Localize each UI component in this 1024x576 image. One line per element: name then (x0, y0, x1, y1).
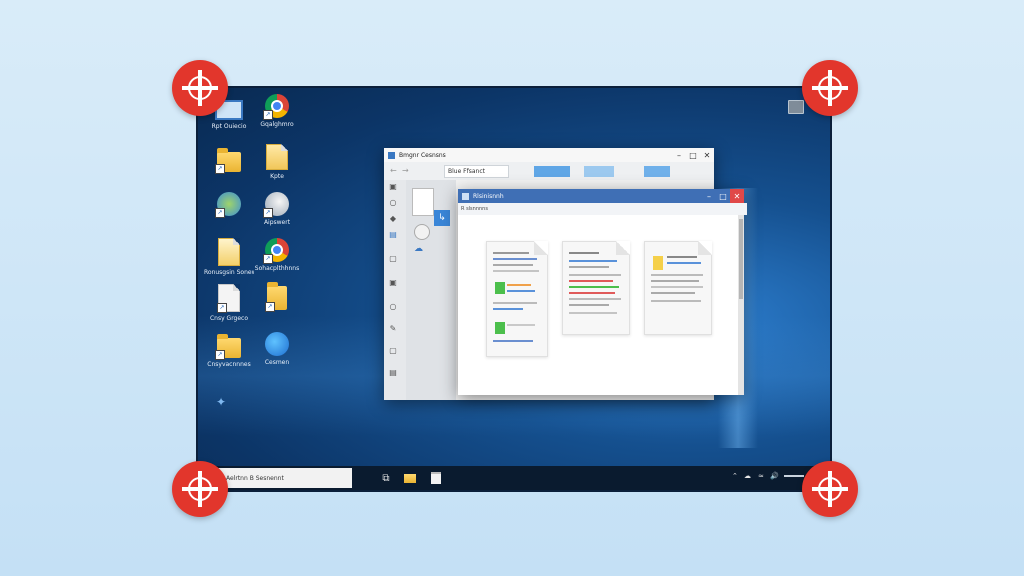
document-app-icon (462, 192, 469, 200)
desktop-icon-label: Gqalghmro (260, 121, 294, 128)
file-explorer-taskbar-icon[interactable] (402, 470, 418, 486)
corner-widget-icon[interactable] (788, 100, 804, 114)
desktop-icon-document[interactable]: Ronusgsin Sonew (204, 238, 254, 276)
desktop-icon-folder[interactable]: ↗ (204, 146, 254, 175)
chrome-icon: ↗ (263, 94, 289, 120)
document-page-thumbnail[interactable] (644, 241, 712, 335)
desktop-icon-label: Cnsy Grgeco (209, 315, 249, 322)
desktop-icon-folder[interactable]: ↗ (252, 282, 302, 313)
desktop-icon-document[interactable]: ↗ Cnsy Grgeco (204, 284, 254, 322)
explorer-content: ↳ ☁ (406, 180, 456, 400)
desktop-icon-chrome[interactable]: ↗ Gqalghmro (252, 94, 302, 128)
file-nav-icon[interactable]: ▢ (388, 346, 398, 356)
desktop-icon-label: Kpte (270, 173, 284, 180)
document-page-thumbnail[interactable] (562, 241, 630, 335)
desktop-icon-folder[interactable]: ↗ Cnsyvacnnnes (204, 334, 254, 368)
scrollbar-thumb[interactable] (739, 219, 743, 299)
document-icon (218, 238, 240, 266)
crosshair-handle-icon[interactable] (172, 461, 228, 517)
pen-nav-icon[interactable]: ✎ (388, 324, 398, 334)
crosshair-handle-icon[interactable] (802, 461, 858, 517)
file-thumb-icon[interactable] (412, 188, 434, 216)
folder-icon: ↗ (215, 148, 241, 174)
document-title: Rlsinisnnh (473, 192, 504, 200)
explorer-close-button[interactable]: ✕ (700, 148, 714, 162)
desktop-icon-label: Rpt Ouiecio (211, 123, 247, 130)
taskbar-search-box[interactable]: Aelrtnn B Sesnennt (218, 468, 352, 488)
desktop-icon-document[interactable]: Kpte (252, 144, 302, 180)
explorer-titlebar[interactable]: Bmgnr Cesnsns – □ ✕ (384, 148, 714, 162)
chrome-icon: ↗ (263, 238, 289, 264)
explorer-minimize-button[interactable]: – (672, 148, 686, 162)
desktop-icon-settings-shortcut[interactable]: ↗ (204, 192, 254, 219)
back-arrow-icon[interactable]: ← (390, 166, 397, 175)
document-window[interactable]: Rlsinisnnh – □ ✕ R slsnnnns (458, 189, 747, 395)
image-nav-icon[interactable]: ▤ (388, 368, 398, 378)
download-nav-icon[interactable]: ▣ (388, 278, 398, 288)
volume-tray-icon[interactable]: 🔊 (770, 472, 779, 480)
remote-desktop-icon (265, 332, 289, 356)
tray-expand-icon[interactable]: ⌃ (732, 472, 738, 480)
pc-icon[interactable]: ▣ (388, 182, 398, 192)
document-minimize-button[interactable]: – (702, 189, 716, 203)
document-nav-icon[interactable]: ▢ (388, 254, 398, 264)
document-toolbar: R slsnnnns (458, 203, 747, 215)
app-shortcut-icon: ↗ (263, 192, 289, 218)
crosshair-handle-icon[interactable] (802, 60, 858, 116)
forward-arrow-icon[interactable]: → (402, 166, 409, 175)
desktop-icon-remote-desktop[interactable]: Cesmen (252, 332, 302, 366)
pin-icon: ✦ (215, 395, 227, 409)
cloud-icon[interactable]: ☁ (414, 244, 423, 254)
desktop-icon-chrome[interactable]: ↗ Sohacplthhnns (252, 238, 302, 272)
desktop-icon-pin[interactable]: ✦ (198, 394, 246, 413)
explorer-maximize-button[interactable]: □ (686, 148, 700, 162)
network-icon[interactable]: ◆ (388, 214, 398, 224)
cloud-icon[interactable]: ○ (388, 198, 398, 208)
disk-nav-icon[interactable]: ○ (388, 302, 398, 312)
file-thumb-icon[interactable] (414, 224, 430, 240)
explorer-app-icon (388, 151, 395, 159)
folder-icon: ↗ (265, 282, 287, 312)
document-close-button[interactable]: ✕ (730, 189, 744, 203)
document-titlebar[interactable]: Rlsinisnnh – □ ✕ (458, 189, 744, 203)
document-icon: ↗ (217, 284, 240, 313)
settings-shortcut-icon: ↗ (215, 192, 241, 218)
explorer-toolbar: ← → Blue Ffsanct (384, 162, 714, 180)
document-scrollbar[interactable] (738, 215, 744, 395)
onedrive-tray-icon[interactable]: ☁ (744, 472, 751, 480)
taskbar: Aelrtnn B Sesnennt ⧉ ⌃ ☁ ≈ 🔊 (198, 466, 830, 490)
ribbon-tile[interactable] (534, 166, 570, 177)
folder-icon: ↗ (215, 334, 241, 360)
desktop-icon-label: Ronusgsin Sonew (204, 269, 254, 276)
task-view-icon[interactable]: ⧉ (378, 470, 394, 486)
selected-item[interactable]: ↳ (434, 210, 450, 226)
crosshair-handle-icon[interactable] (172, 60, 228, 116)
network-tray-icon[interactable]: ≈ (758, 472, 764, 480)
explorer-title: Bmgnr Cesnsns (399, 151, 446, 159)
store-taskbar-icon[interactable] (428, 470, 444, 486)
document-icon (266, 144, 288, 170)
document-maximize-button[interactable]: □ (716, 189, 730, 203)
ribbon-tile[interactable] (644, 166, 670, 177)
explorer-sidebar: ▣ ○ ◆ ▤ ▢ ▣ ○ ✎ ▢ ▤ (384, 180, 406, 400)
address-bar[interactable]: Blue Ffsanct (444, 165, 509, 178)
desktop-icon-label: Cesmen (264, 359, 290, 366)
desktop-icon-app-shortcut[interactable]: ↗ Aipswert (252, 192, 302, 226)
desktop-nav-icon[interactable]: ▤ (388, 230, 398, 240)
desktop-screen: Rpt Ouiecio ↗ Gqalghmro ↗ Kpte ↗ ↗ Aipsw… (198, 88, 830, 490)
document-page-thumbnail[interactable] (486, 241, 548, 357)
desktop-icon-label: Aipswert (263, 219, 291, 226)
desktop-icon-label: Sohacplthhnns (254, 265, 300, 272)
tray-clock (784, 475, 804, 477)
taskbar-search-text: Aelrtnn B Sesnennt (226, 474, 284, 482)
desktop-icon-label: Cnsyvacnnnes (207, 361, 251, 368)
ribbon-tile[interactable] (584, 166, 614, 177)
